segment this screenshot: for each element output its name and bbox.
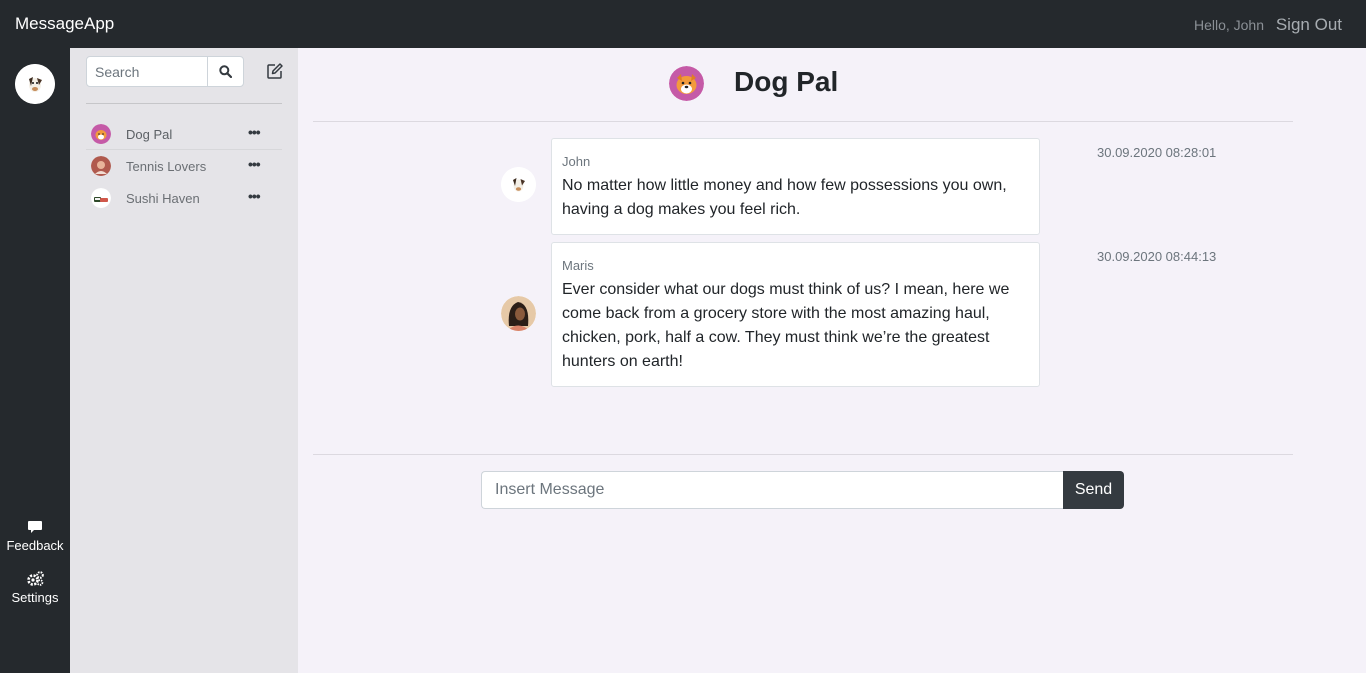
tennis-lovers-avatar: [91, 156, 111, 176]
edit-icon: [267, 63, 283, 79]
user-greeting: Hello, John: [1193, 17, 1264, 33]
chat-item-sushi-haven[interactable]: Sushi Haven •••: [86, 184, 282, 214]
left-rail: Feedback Settings: [0, 48, 70, 673]
chat-name: Sushi Haven: [126, 191, 200, 206]
chat-name: Dog Pal: [126, 127, 173, 142]
settings-button[interactable]: Settings: [0, 570, 70, 605]
settings-label: Settings: [11, 590, 59, 605]
message-card: John No matter how little money and how …: [551, 138, 1040, 235]
composer-divider: [313, 454, 1293, 455]
feedback-label: Feedback: [6, 538, 64, 553]
chat-item-tennis-lovers[interactable]: Tennis Lovers •••: [86, 152, 282, 182]
message-author: Maris: [562, 258, 594, 273]
message-author-avatar: [501, 296, 536, 331]
new-chat-button[interactable]: [266, 62, 284, 80]
message-card: Maris Ever consider what our dogs must t…: [551, 242, 1040, 387]
message-input[interactable]: [481, 471, 1063, 509]
message-text: Ever consider what our dogs must think o…: [562, 281, 1010, 370]
search-group: [86, 56, 244, 87]
send-button[interactable]: Send: [1063, 471, 1124, 509]
conversation-title: Dog Pal: [734, 66, 839, 97]
feedback-button[interactable]: Feedback: [0, 518, 70, 553]
message-composer: Send: [481, 471, 1124, 509]
top-navbar: MessageApp Hello, John Sign Out: [0, 0, 1366, 48]
chat-name: Tennis Lovers: [126, 159, 207, 174]
chat-list-panel: Dog Pal ••• Tennis Lovers ••• Sushi Have…: [70, 48, 298, 673]
search-icon: [219, 65, 232, 78]
sign-out-link[interactable]: Sign Out: [1276, 15, 1342, 35]
dog-avatar-icon: [15, 64, 55, 104]
message-timestamp: 30.09.2020 08:28:01: [1097, 145, 1217, 160]
cogs-icon: [27, 571, 44, 586]
message-timestamp: 30.09.2020 08:44:13: [1097, 249, 1217, 264]
app-brand[interactable]: MessageApp: [15, 14, 114, 34]
conversation-avatar: [669, 66, 704, 101]
chat-item-dog-pal[interactable]: Dog Pal •••: [86, 120, 282, 150]
message-author-avatar: [501, 167, 536, 202]
search-button[interactable]: [207, 57, 243, 86]
header-divider: [313, 121, 1293, 122]
sushi-haven-avatar: [91, 188, 111, 208]
message-author: John: [562, 154, 591, 169]
message-text: No matter how little money and how few p…: [562, 177, 1007, 218]
panel-divider: [86, 103, 282, 104]
user-avatar[interactable]: [15, 64, 55, 104]
dog-pal-avatar: [91, 124, 111, 144]
comment-icon: [28, 521, 42, 533]
chat-options-button[interactable]: •••: [248, 124, 261, 140]
chat-options-button[interactable]: •••: [248, 156, 261, 172]
chat-options-button[interactable]: •••: [248, 188, 261, 204]
search-input[interactable]: [87, 57, 207, 86]
